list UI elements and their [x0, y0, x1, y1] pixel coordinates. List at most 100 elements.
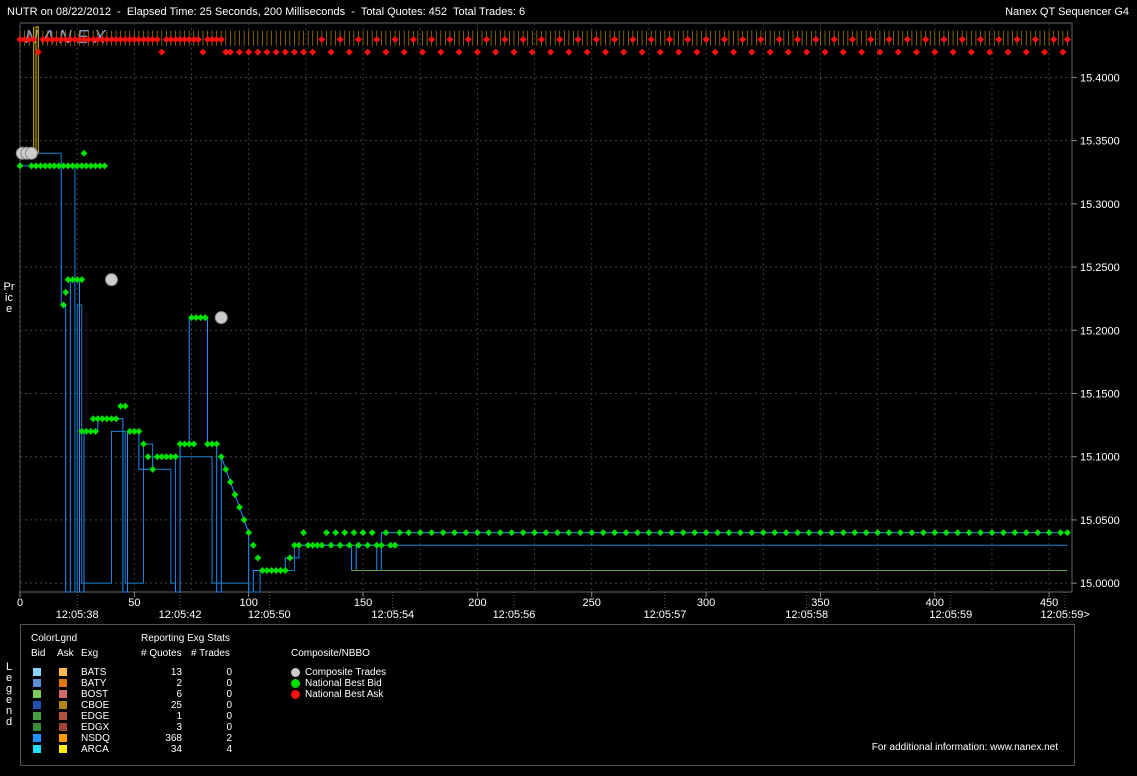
legend-row-bats: BATS 13 0: [21, 667, 261, 678]
legend-quotes: 3: [176, 722, 182, 733]
bid-color-swatch: [33, 679, 41, 687]
x-tick-label: 100: [240, 597, 258, 609]
time-tick-label: 12:05:38: [56, 609, 99, 621]
time-tick-label: 12:05:54: [371, 609, 414, 621]
composite-legend-composite-trades: Composite Trades: [291, 667, 451, 678]
ask-color-swatch: [59, 723, 67, 731]
y-tick-label: 15.2500: [1080, 262, 1120, 274]
composite-legend-national-best-bid: National Best Bid: [291, 678, 451, 689]
legend-trades: 2: [226, 733, 232, 744]
composite-legend-marker: [291, 668, 300, 677]
legend-exchange: BATY: [81, 678, 107, 689]
x-tick-label: 300: [697, 597, 715, 609]
legend-trades: 0: [226, 678, 232, 689]
time-tick-label: 12:05:42: [159, 609, 202, 621]
point-composite-trades: [214, 311, 228, 325]
legend-quotes: 368: [165, 733, 182, 744]
x-tick-label: 150: [354, 597, 372, 609]
legend-quotes: 34: [170, 744, 182, 755]
x-tick-label: 350: [811, 597, 829, 609]
ask-color-swatch: [59, 679, 67, 687]
footer-info: For additional information: www.nanex.ne…: [871, 742, 1058, 753]
x-tick-label: 400: [926, 597, 944, 609]
ask-color-swatch: [59, 734, 67, 742]
x-tick-label: 0: [17, 597, 23, 609]
composite-legend-marker: [291, 690, 300, 699]
point-composite-trades: [104, 273, 118, 287]
y-tick-label: 15.3000: [1080, 199, 1120, 211]
legend-row-bost: BOST 6 0: [21, 689, 261, 700]
legend-row-nsdq: NSDQ 368 2: [21, 733, 261, 744]
legend-quotes: 2: [176, 678, 182, 689]
legend-quotes: 1: [176, 711, 182, 722]
legend-trades: 0: [226, 722, 232, 733]
legend-trades: 0: [226, 700, 232, 711]
y-axis-label: Price: [3, 281, 15, 315]
x-tick-label: 450: [1040, 597, 1058, 609]
bid-color-swatch: [33, 712, 41, 720]
legend-stats-header: Reporting Exg Stats: [141, 633, 230, 644]
composite-legend-label: Composite Trades: [305, 667, 387, 678]
legend-col-bid: Bid: [31, 648, 46, 659]
y-tick-label: 15.0500: [1080, 515, 1120, 527]
time-tick-label: 12:05:57: [644, 609, 687, 621]
legend-col-exg: Exg: [81, 648, 99, 659]
legend-col-trades: # Trades: [191, 648, 230, 659]
y-tick-label: 15.3500: [1080, 136, 1120, 148]
ask-color-swatch: [59, 712, 67, 720]
composite-legend-national-best-ask: National Best Ask: [291, 689, 451, 700]
legend-row-cboe: CBOE 25 0: [21, 700, 261, 711]
bid-color-swatch: [33, 745, 41, 753]
legend-exchange: ARCA: [81, 744, 109, 755]
time-tick-label: 12:05:58: [785, 609, 828, 621]
legend-trades: 0: [226, 667, 232, 678]
x-tick-label: 250: [583, 597, 601, 609]
legend-trades: 0: [226, 689, 232, 700]
ask-color-swatch: [59, 690, 67, 698]
bid-color-swatch: [33, 723, 41, 731]
legend-row-edgx: EDGX 3 0: [21, 722, 261, 733]
x-tick-label: 50: [128, 597, 140, 609]
y-tick-label: 15.4000: [1080, 72, 1120, 84]
composite-legend-marker: [291, 679, 300, 688]
legend-exchange: EDGX: [81, 722, 110, 733]
bid-color-swatch: [33, 668, 41, 676]
time-tick-label: 12:05:59>: [1041, 609, 1090, 621]
legend-trades: 4: [226, 744, 232, 755]
ask-color-swatch: [59, 701, 67, 709]
legend-exchange: EDGE: [81, 711, 110, 722]
bid-color-swatch: [33, 701, 41, 709]
price-chart: N A N E X15.000015.050015.100015.150015.…: [15, 22, 1120, 621]
bid-color-swatch: [33, 734, 41, 742]
legend-quotes: 6: [176, 689, 182, 700]
y-tick-label: 15.2000: [1080, 325, 1120, 337]
legend-row-baty: BATY 2 0: [21, 678, 261, 689]
legend-colorlgnd-header: ColorLgnd: [31, 633, 78, 644]
bid-color-swatch: [33, 690, 41, 698]
legend-exchange: CBOE: [81, 700, 110, 711]
y-tick-label: 15.0000: [1080, 578, 1120, 590]
plot-area: [19, 22, 1073, 593]
time-tick-label: 12:05:50: [248, 609, 291, 621]
legend-quotes: 13: [170, 667, 182, 678]
y-tick-label: 15.1500: [1080, 388, 1120, 400]
point-composite-trades: [24, 146, 38, 160]
legend-exchange: BOST: [81, 689, 109, 700]
time-tick-label: 12:05:56: [493, 609, 536, 621]
x-tick-label: 200: [468, 597, 486, 609]
legend-quotes: 25: [170, 700, 182, 711]
composite-legend-label: National Best Bid: [305, 678, 382, 689]
composite-legend-label: National Best Ask: [305, 689, 384, 700]
legend-side-label: Legend: [5, 661, 13, 728]
y-tick-label: 15.1000: [1080, 452, 1120, 464]
time-tick-label: 12:05:59: [929, 609, 972, 621]
legend-composite-header: Composite/NBBO: [291, 648, 370, 659]
legend-row-arca: ARCA 34 4: [21, 744, 261, 755]
legend-exchange: NSDQ: [81, 733, 110, 744]
legend-exchange: BATS: [81, 667, 107, 678]
legend-trades: 0: [226, 711, 232, 722]
legend-row-edge: EDGE 1 0: [21, 711, 261, 722]
ask-color-swatch: [59, 668, 67, 676]
legend-panel: ColorLgnd Reporting Exg Stats Composite/…: [20, 624, 1075, 766]
legend-col-ask: Ask: [57, 648, 74, 659]
